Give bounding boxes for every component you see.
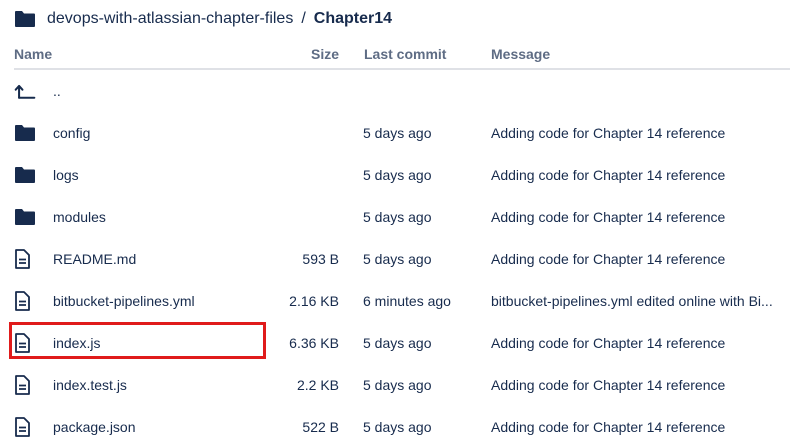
row-name[interactable]: logs <box>53 167 79 183</box>
table-row-index-test-js[interactable]: index.test.js 2.2 KB 5 days ago Adding c… <box>0 364 796 406</box>
row-message[interactable]: Adding code for Chapter 14 reference <box>491 251 791 267</box>
index-js-highlight-box <box>9 322 266 359</box>
row-message[interactable]: Adding code for Chapter 14 reference <box>491 167 791 183</box>
file-icon <box>14 291 36 311</box>
row-name[interactable]: bitbucket-pipelines.yml <box>53 293 195 309</box>
file-icon <box>14 249 36 269</box>
row-size: 593 B <box>302 251 339 267</box>
row-size: 2.2 KB <box>296 377 339 393</box>
row-last-commit: 5 days ago <box>363 167 432 183</box>
column-header-last-commit[interactable]: Last commit <box>364 46 446 62</box>
parent-directory-icon <box>14 81 36 101</box>
folder-icon <box>14 165 36 185</box>
breadcrumb-separator: / <box>301 10 306 27</box>
folder-icon <box>14 207 36 227</box>
row-name[interactable]: modules <box>53 209 106 225</box>
row-message[interactable]: Adding code for Chapter 14 reference <box>491 335 791 351</box>
row-name[interactable]: package.json <box>53 419 136 435</box>
breadcrumb-current-folder: Chapter14 <box>313 10 393 27</box>
row-last-commit: 5 days ago <box>363 209 432 225</box>
row-name[interactable]: README.md <box>53 251 136 267</box>
row-last-commit: 5 days ago <box>363 419 432 435</box>
row-size: 2.16 KB <box>289 293 339 309</box>
row-size: 522 B <box>302 419 339 435</box>
table-row-logs[interactable]: logs 5 days ago Adding code for Chapter … <box>0 154 796 196</box>
breadcrumb: devops-with-atlassian-chapter-files / Ch… <box>14 6 392 32</box>
row-size: 6.36 KB <box>289 335 339 351</box>
parent-directory-row[interactable]: .. <box>0 70 796 112</box>
table-row-readme[interactable]: README.md 593 B 5 days ago Adding code f… <box>0 238 796 280</box>
row-message[interactable]: bitbucket-pipelines.yml edited online wi… <box>491 293 791 309</box>
row-message[interactable]: Adding code for Chapter 14 reference <box>491 377 791 393</box>
file-icon <box>14 417 36 437</box>
table-row-bitbucket-pipelines[interactable]: bitbucket-pipelines.yml 2.16 KB 6 minute… <box>0 280 796 322</box>
row-name[interactable]: config <box>53 125 90 141</box>
row-last-commit: 5 days ago <box>363 251 432 267</box>
column-header-name[interactable]: Name <box>14 46 52 62</box>
column-header-message[interactable]: Message <box>491 46 550 62</box>
row-message[interactable]: Adding code for Chapter 14 reference <box>491 209 791 225</box>
row-last-commit: 5 days ago <box>363 377 432 393</box>
folder-icon <box>14 123 36 143</box>
parent-directory-label: .. <box>53 83 61 99</box>
row-last-commit: 5 days ago <box>363 125 432 141</box>
breadcrumb-repo-link[interactable]: devops-with-atlassian-chapter-files <box>47 10 293 28</box>
table-row-config[interactable]: config 5 days ago Adding code for Chapte… <box>0 112 796 154</box>
table-row-modules[interactable]: modules 5 days ago Adding code for Chapt… <box>0 196 796 238</box>
row-name[interactable]: index.test.js <box>53 377 127 393</box>
file-icon <box>14 375 36 395</box>
folder-icon <box>14 10 36 28</box>
row-message[interactable]: Adding code for Chapter 14 reference <box>491 125 791 141</box>
column-header-size[interactable]: Size <box>311 46 339 62</box>
row-message[interactable]: Adding code for Chapter 14 reference <box>491 419 791 435</box>
row-last-commit: 6 minutes ago <box>363 293 451 309</box>
row-last-commit: 5 days ago <box>363 335 432 351</box>
file-table-header: Name Size Last commit Message <box>14 42 790 70</box>
